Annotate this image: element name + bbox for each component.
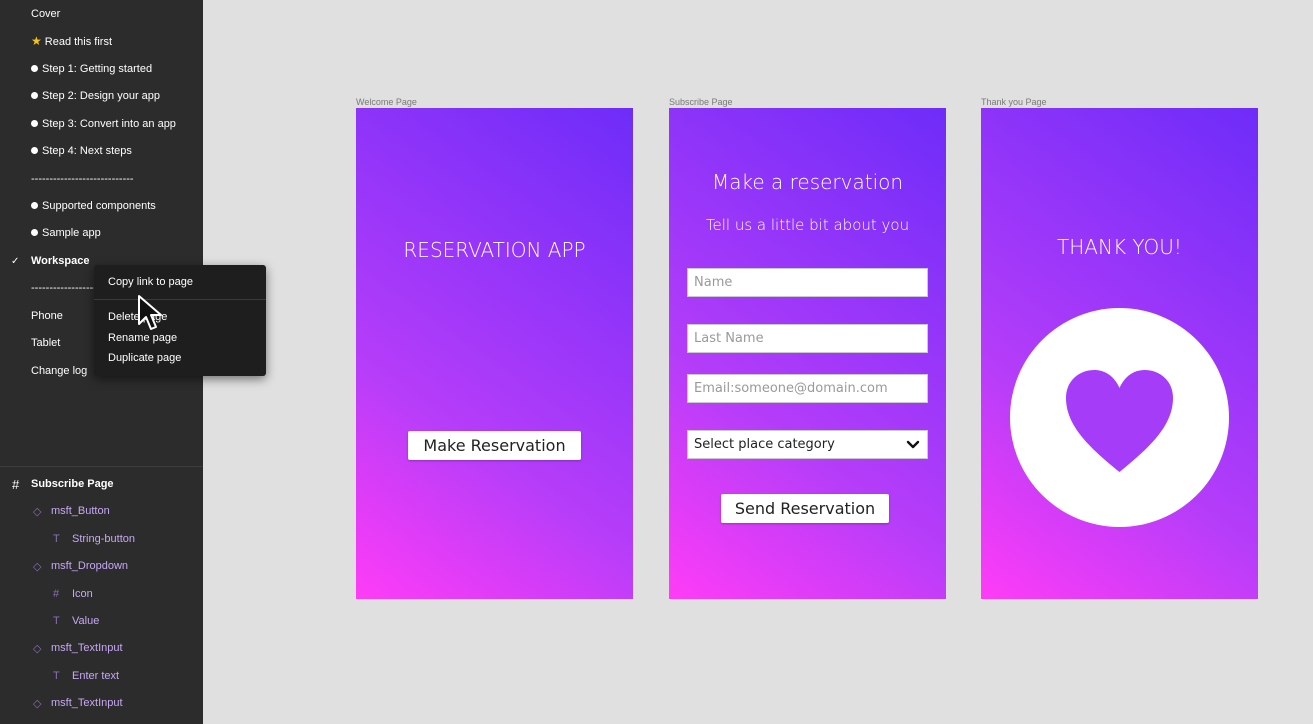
page-item-text: Sample app [31,227,101,239]
page-item-label: Tablet [31,337,61,349]
mouse-pointer-icon [138,295,162,330]
page-item-step-2-design-your-app[interactable]: Step 2: Design your app [0,86,203,106]
page-item-step-4-next-steps[interactable]: Step 4: Next steps [0,141,203,161]
component-icon: ◇ [33,505,42,518]
last-name-input[interactable] [687,324,928,353]
page-item-text: Phone [31,310,63,322]
bullet-icon [31,119,38,127]
menu-item-rename-page[interactable]: Rename page [108,332,177,344]
layer-label: Value [72,615,100,627]
page-item-sample-app[interactable]: Sample app [0,223,203,243]
subscribe-page-frame[interactable]: Make a reservation Tell us a little bit … [669,108,946,599]
page-item-label: Step 3: Convert into an app [42,118,176,130]
thankyou-title: THANK YOU! [1057,235,1182,259]
page-item-label: Workspace [31,255,90,267]
heart-icon [1066,370,1173,472]
layers-divider [0,466,203,467]
page-item-text: Step 4: Next steps [31,145,132,157]
component-icon: ◇ [33,697,42,710]
page-item-label: Step 1: Getting started [42,63,153,75]
page-item-label: ---------------------------- [31,173,134,185]
page-item-label: Supported components [42,200,156,212]
send-reservation-button[interactable]: Send Reservation [721,494,889,523]
place-category-dropdown[interactable]: Select place category [687,430,928,459]
checkmark-icon: ✓ [11,255,20,267]
page-item-text: Tablet [31,337,60,349]
bullet-icon [31,64,38,72]
layer-label: Subscribe Page [31,478,114,490]
thankyou-page-frame[interactable]: THANK YOU! [981,108,1258,599]
layer-item[interactable]: ◇ msft_TextInput [0,693,203,713]
page-item-text: Change log [31,365,87,377]
bullet-icon [31,201,38,209]
layer-label: msft_Dropdown [51,560,129,572]
frame-title-thankyou[interactable]: Thank you Page [981,97,1047,107]
layer-label: msft_Button [51,505,110,517]
page-item-supported-components[interactable]: Supported components [0,196,203,216]
layer-item[interactable]: T String-button [0,529,203,549]
page-item-text: Supported components [31,200,156,212]
page-item-text: Step 2: Design your app [31,90,160,102]
layer-label: Icon [72,588,93,600]
page-item-label: Cover [31,8,61,20]
menu-item-duplicate-page[interactable]: Duplicate page [108,352,181,364]
bullet-icon [31,228,38,236]
bullet-icon [31,91,38,99]
layer-label: Enter text [72,670,120,682]
page-item-text: Workspace [31,255,90,267]
page-item-label: Sample app [42,227,101,239]
reservation-subtitle: Tell us a little bit about you [705,216,910,234]
page-item-label: Phone [31,310,63,322]
page-item-text: ★ Read this first [31,34,112,48]
heart-circle [1010,308,1229,527]
page-item-cover[interactable]: Cover [0,4,203,24]
welcome-title: RESERVATION APP [403,238,586,262]
page-item-text: Step 3: Convert into an app [31,118,176,130]
text-icon: T [53,670,60,682]
frame-title-welcome[interactable]: Welcome Page [356,97,417,107]
welcome-page-frame[interactable]: RESERVATION APP Make Reservation [356,108,633,599]
page-item-label: Step 4: Next steps [42,145,132,157]
page-item-separator: ---------------------------- [0,169,203,189]
layer-item[interactable]: ◇ msft_Button [0,501,203,521]
layer-label: msft_TextInput [51,697,123,709]
layer-label: msft_TextInput [51,642,123,654]
component-icon: ◇ [33,560,42,573]
page-item-step-1-getting-started[interactable]: Step 1: Getting started [0,59,203,79]
menu-divider [94,299,266,300]
page-item-label: Change log [31,365,88,377]
reservation-heading: Make a reservation [711,170,904,194]
bullet-icon [31,146,38,154]
layer-item[interactable]: T Enter text [0,666,203,686]
layer-item[interactable]: ◇ msft_TextInput [0,638,203,658]
chevron-down-icon [906,440,920,449]
text-icon: T [53,615,60,627]
page-item-label: Step 2: Design your app [42,90,161,102]
page-item-label: Read this first [44,36,113,48]
page-context-menu: Copy link to page Delete page Rename pag… [94,265,266,376]
page-item-text: Cover [31,8,60,20]
component-icon: ◇ [33,642,42,655]
page-item-text: ---------------------------- [31,173,134,185]
page-item-read-this-first[interactable]: ★ Read this first [0,31,203,51]
email-input[interactable] [687,374,928,403]
dropdown-value: Select place category [694,437,835,452]
page-item-text: Step 1: Getting started [31,63,152,75]
layer-item[interactable]: # Subscribe Page [0,474,203,494]
menu-item-copy-link[interactable]: Copy link to page [108,276,193,288]
layer-item[interactable]: T Value [0,611,203,631]
layer-item[interactable]: # Icon [0,584,203,604]
layer-item[interactable]: ◇ msft_Dropdown [0,556,203,576]
frame-title-subscribe[interactable]: Subscribe Page [669,97,733,107]
frame-icon: # [12,476,20,492]
make-reservation-button[interactable]: Make Reservation [408,431,581,460]
page-item-step-3-convert-into-an-app[interactable]: Step 3: Convert into an app [0,114,203,134]
layer-label: String-button [72,533,135,545]
star-icon: ★ [31,34,42,48]
frame-icon: # [53,588,60,600]
text-icon: T [53,533,60,545]
name-input[interactable] [687,268,928,297]
